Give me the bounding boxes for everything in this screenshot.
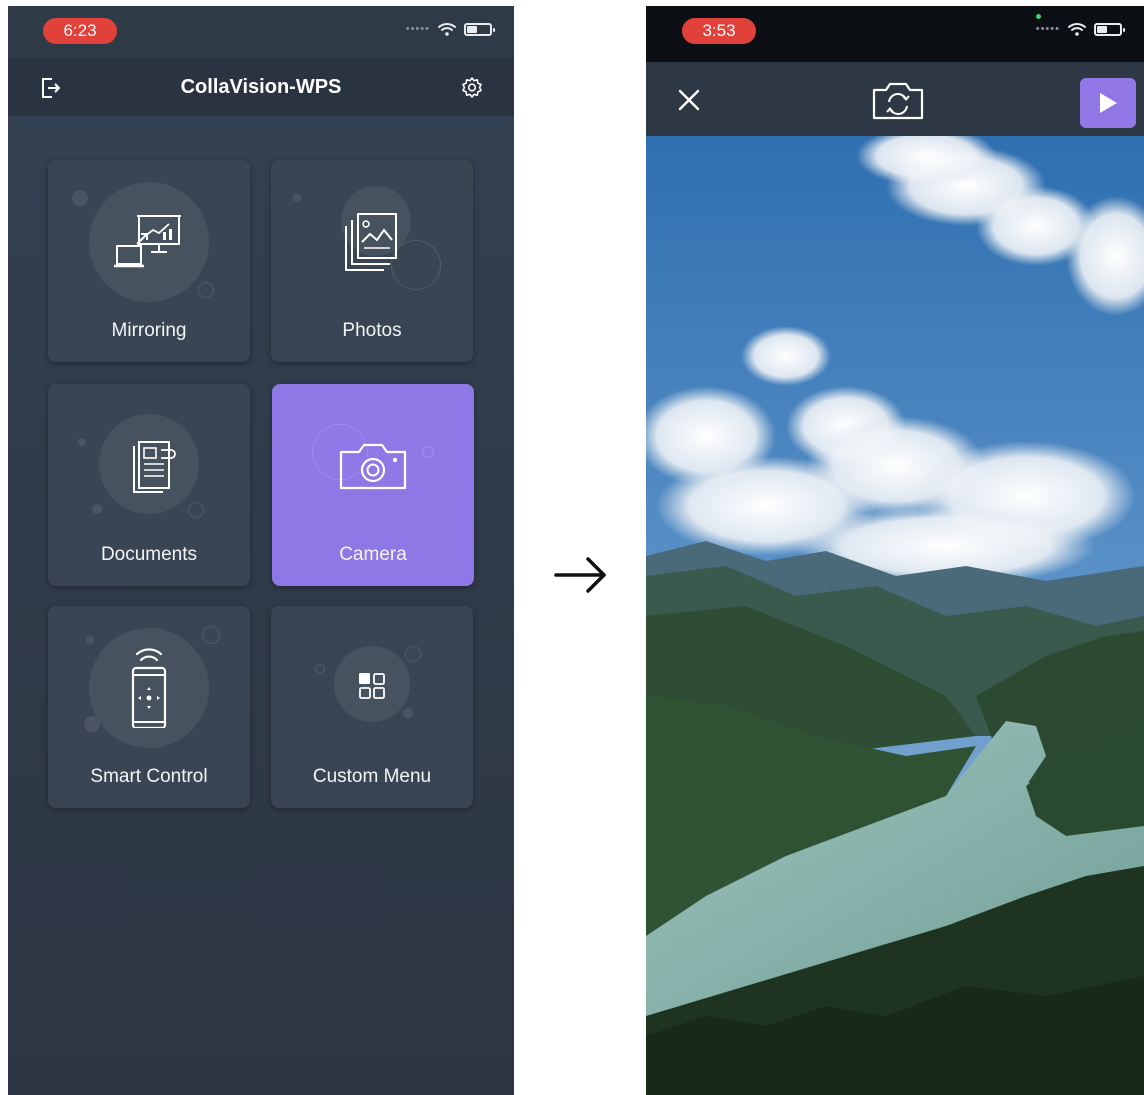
home-screen: 6:23 ••••• CollaVision-WPS Mirroring Pho…	[8, 6, 514, 1095]
custom-menu-icon	[359, 673, 385, 699]
tile-mirroring[interactable]: Mirroring	[48, 160, 250, 362]
tile-photos[interactable]: Photos	[271, 160, 473, 362]
signal-icon: •••••	[1035, 23, 1060, 35]
tile-custom-menu[interactable]: Custom Menu	[271, 606, 473, 808]
status-bar: 3:53 •••••	[646, 6, 1144, 62]
camera-screen: 3:53 •••••	[646, 6, 1144, 1095]
signal-icon: •••••	[405, 23, 430, 35]
gear-icon[interactable]	[460, 76, 484, 100]
app-header: CollaVision-WPS	[8, 58, 514, 116]
status-bar: 6:23 •••••	[8, 6, 514, 58]
photos-icon	[345, 213, 397, 271]
tile-label: Mirroring	[111, 320, 187, 341]
tile-smart-control[interactable]: Smart Control	[48, 606, 250, 808]
tile-label: Photos	[342, 320, 402, 341]
tile-label: Camera	[339, 544, 407, 565]
tile-label: Documents	[100, 544, 198, 565]
camera-indicator-icon	[1036, 14, 1041, 19]
camera-preview	[646, 136, 1144, 1095]
battery-icon	[464, 22, 495, 36]
battery-icon	[1094, 22, 1125, 36]
camera-toolbar	[646, 62, 1144, 136]
play-button[interactable]	[1080, 78, 1136, 128]
status-time: 6:23	[43, 18, 117, 44]
tile-label: Smart Control	[90, 766, 208, 787]
switch-camera-icon[interactable]	[870, 80, 926, 122]
status-indicators: •••••	[405, 22, 495, 36]
camera-icon	[339, 443, 407, 490]
feature-grid: Mirroring Photos Documents Camera Smart …	[8, 116, 514, 1095]
play-icon	[1100, 93, 1117, 113]
tile-documents[interactable]: Documents	[48, 384, 250, 586]
app-title: CollaVision-WPS	[180, 75, 342, 98]
tile-camera[interactable]: Camera	[272, 384, 474, 586]
mirroring-icon	[114, 215, 181, 268]
wifi-icon	[438, 23, 456, 36]
status-indicators: •••••	[1035, 22, 1125, 36]
right-arrow-icon	[554, 557, 606, 593]
wifi-icon	[1068, 23, 1086, 36]
tile-label: Custom Menu	[312, 766, 432, 787]
documents-icon	[133, 441, 176, 493]
close-icon[interactable]	[676, 87, 702, 113]
logout-icon[interactable]	[38, 76, 62, 100]
smart-control-icon	[131, 648, 167, 728]
status-time: 3:53	[682, 18, 756, 44]
